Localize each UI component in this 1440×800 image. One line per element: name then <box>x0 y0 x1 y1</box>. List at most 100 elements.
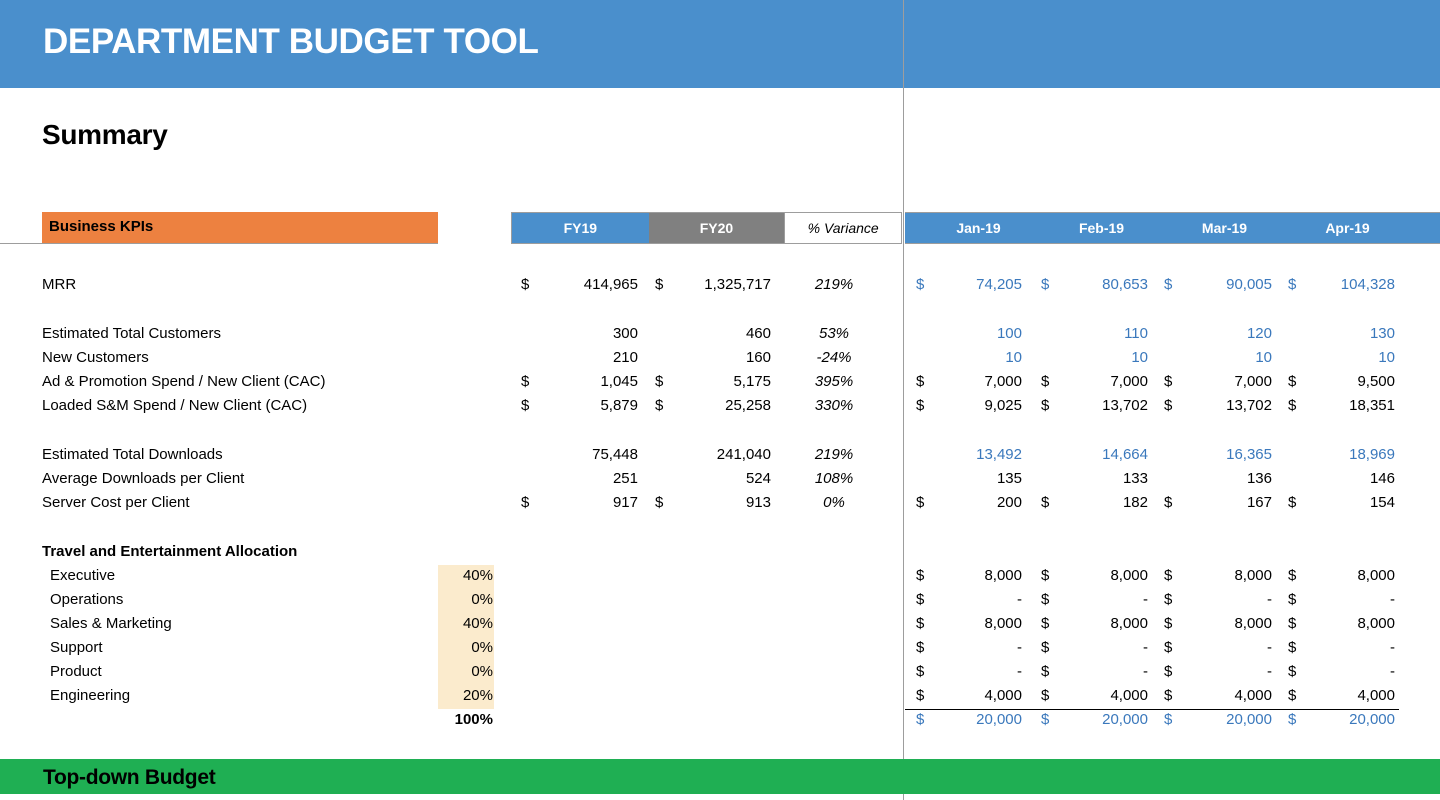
variance-value: 219% <box>786 276 882 293</box>
allocation-percent-value: 0% <box>438 591 493 608</box>
apr19-total-value: 20,000 <box>1307 711 1395 728</box>
fy20-value: 460 <box>676 325 771 342</box>
jan19-value: 4,000 <box>936 687 1022 704</box>
fy19-value: 5,879 <box>545 397 638 414</box>
jan19-currency: $ <box>916 494 924 511</box>
apr19-value: 8,000 <box>1307 567 1395 584</box>
jan19-value: 200 <box>936 494 1022 511</box>
table-row[interactable]: Support 0% $ - $ - $ - $ - <box>0 637 1440 661</box>
column-header-apr19[interactable]: Apr-19 <box>1286 213 1409 243</box>
apr19-value: 4,000 <box>1307 687 1395 704</box>
fy19-value: 210 <box>545 349 638 366</box>
fy20-value: 913 <box>676 494 771 511</box>
table-row[interactable]: Loaded S&M Spend / New Client (CAC) $ 5,… <box>0 395 1440 419</box>
table-row[interactable]: Estimated Total Customers 300 460 53% 10… <box>0 323 1440 347</box>
business-kpis-label: Business KPIs <box>49 218 153 235</box>
column-header-fy20[interactable]: FY20 <box>649 213 785 243</box>
allocation-section-title-row: Travel and Entertainment Allocation <box>0 541 1440 565</box>
allocation-total-percent: 100% <box>438 711 494 728</box>
column-header-feb19[interactable]: Feb-19 <box>1040 213 1163 243</box>
feb19-currency: $ <box>1041 373 1049 390</box>
variance-value: 0% <box>786 494 882 511</box>
feb19-value: 182 <box>1060 494 1148 511</box>
apr19-value: 18,351 <box>1307 397 1395 414</box>
allocation-total-row: 100% $ 20,000 $ 20,000 $ 20,000 $ 20,000 <box>0 709 1440 733</box>
allocation-percent-input[interactable]: 20% <box>438 685 494 709</box>
feb19-currency: $ <box>1041 663 1049 680</box>
table-row[interactable]: Product 0% $ - $ - $ - $ - <box>0 661 1440 685</box>
table-row[interactable]: Estimated Total Downloads 75,448 241,040… <box>0 444 1440 468</box>
mar19-value: 7,000 <box>1184 373 1272 390</box>
column-header-variance[interactable]: % Variance <box>784 213 901 243</box>
table-row[interactable]: Operations 0% $ - $ - $ - $ - <box>0 589 1440 613</box>
table-row[interactable]: Server Cost per Client $ 917 $ 913 0% $ … <box>0 492 1440 516</box>
apr19-value: 146 <box>1307 470 1395 487</box>
jan19-value: 100 <box>936 325 1022 342</box>
fy20-value: 1,325,717 <box>676 276 771 293</box>
feb19-currency: $ <box>1041 567 1049 584</box>
apr19-value: - <box>1307 591 1395 608</box>
jan19-value: 8,000 <box>936 615 1022 632</box>
fy19-value: 917 <box>545 494 638 511</box>
apr19-currency: $ <box>1288 567 1296 584</box>
mar19-value: 90,005 <box>1184 276 1272 293</box>
fy19-currency: $ <box>521 494 529 511</box>
apr19-value: 104,328 <box>1307 276 1395 293</box>
table-row[interactable]: Average Downloads per Client 251 524 108… <box>0 468 1440 492</box>
feb19-value: 8,000 <box>1060 567 1148 584</box>
table-row[interactable]: Engineering 20% $ 4,000 $ 4,000 $ 4,000 … <box>0 685 1440 709</box>
row-label: Executive <box>50 567 115 584</box>
jan19-value: 10 <box>936 349 1022 366</box>
row-label: MRR <box>42 276 76 293</box>
jan19-currency: $ <box>916 397 924 414</box>
allocation-percent-input[interactable]: 0% <box>438 661 494 685</box>
allocation-percent-input[interactable]: 40% <box>438 565 494 589</box>
column-header-jan19[interactable]: Jan-19 <box>917 213 1040 243</box>
column-header-mar19[interactable]: Mar-19 <box>1163 213 1286 243</box>
feb19-currency: $ <box>1041 276 1049 293</box>
table-row[interactable]: Sales & Marketing 40% $ 8,000 $ 8,000 $ … <box>0 613 1440 637</box>
mar19-value: 167 <box>1184 494 1272 511</box>
table-row[interactable]: New Customers 210 160 -24% 10 10 10 10 <box>0 347 1440 371</box>
mar19-value: 13,702 <box>1184 397 1272 414</box>
row-label: Ad & Promotion Spend / New Client (CAC) <box>42 373 325 390</box>
row-label: Operations <box>50 591 123 608</box>
fy20-currency: $ <box>655 494 663 511</box>
title-banner: DEPARTMENT BUDGET TOOL <box>0 0 1440 88</box>
feb19-value: 80,653 <box>1060 276 1148 293</box>
table-row[interactable]: MRR $ 414,965 $ 1,325,717 219% $ 74,205 … <box>0 274 1440 298</box>
table-row[interactable]: Ad & Promotion Spend / New Client (CAC) … <box>0 371 1440 395</box>
jan19-total-currency: $ <box>916 711 924 728</box>
fy20-value: 241,040 <box>676 446 771 463</box>
jan19-value: 7,000 <box>936 373 1022 390</box>
top-down-budget-band: Top-down Budget <box>0 759 1440 794</box>
allocation-percent-input[interactable]: 0% <box>438 637 494 661</box>
variance-value: 108% <box>786 470 882 487</box>
allocation-percent-value: 0% <box>438 639 493 656</box>
feb19-value: 110 <box>1060 325 1148 342</box>
row-label: Loaded S&M Spend / New Client (CAC) <box>42 397 307 414</box>
mar19-currency: $ <box>1164 591 1172 608</box>
fy19-value: 300 <box>545 325 638 342</box>
apr19-currency: $ <box>1288 373 1296 390</box>
allocation-percent-input[interactable]: 40% <box>438 613 494 637</box>
mar19-total-value: 20,000 <box>1184 711 1272 728</box>
table-row[interactable]: Executive 40% $ 8,000 $ 8,000 $ 8,000 $ … <box>0 565 1440 589</box>
apr19-value: 154 <box>1307 494 1395 511</box>
allocation-percent-input[interactable]: 0% <box>438 589 494 613</box>
row-label: Engineering <box>50 687 130 704</box>
row-label: Estimated Total Customers <box>42 325 221 342</box>
apr19-currency: $ <box>1288 276 1296 293</box>
mar19-currency: $ <box>1164 615 1172 632</box>
column-header-fy19[interactable]: FY19 <box>512 213 649 243</box>
jan19-value: 8,000 <box>936 567 1022 584</box>
mar19-value: 120 <box>1184 325 1272 342</box>
jan19-value: - <box>936 663 1022 680</box>
apr19-value: 9,500 <box>1307 373 1395 390</box>
jan19-currency: $ <box>916 615 924 632</box>
mar19-value: 136 <box>1184 470 1272 487</box>
jan19-value: - <box>936 591 1022 608</box>
feb19-total-value: 20,000 <box>1060 711 1148 728</box>
mar19-currency: $ <box>1164 494 1172 511</box>
fy20-currency: $ <box>655 276 663 293</box>
